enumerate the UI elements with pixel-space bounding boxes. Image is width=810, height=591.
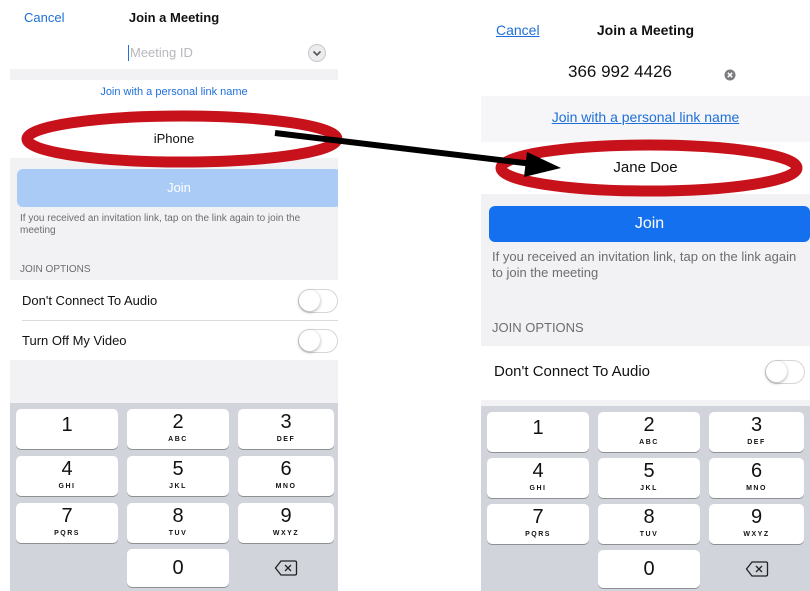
page-title: Join a Meeting — [128, 10, 220, 25]
key-1[interactable]: 1 — [487, 412, 589, 452]
option-label-video: Turn Off My Video — [22, 333, 127, 348]
name-row: iPhone — [10, 118, 338, 158]
join-button-label: Join — [634, 215, 665, 232]
toggle-audio[interactable] — [298, 289, 338, 313]
join-options-header: JOIN OPTIONS — [492, 320, 584, 335]
key-4[interactable]: 4 GHI — [487, 458, 589, 498]
meeting-id-row: Meeting ID — [10, 37, 338, 69]
name-input[interactable]: Jane Doe — [481, 159, 810, 176]
numeric-keypad: 1 2 ABC 3 DEF 4 GHI 5 JKL 6 MNO 7 PQRS 8 TUV 9W… — [10, 403, 338, 591]
invitation-note: If you received an invitation link, tap … — [20, 213, 301, 236]
join-button[interactable]: Join — [489, 206, 810, 242]
key-3[interactable]: 3 DEF — [238, 409, 334, 449]
join-options-header: JOIN OPTIONS — [20, 264, 91, 275]
toggle-knob — [766, 361, 787, 382]
key-0[interactable]: 0 — [598, 550, 700, 588]
join-button[interactable]: Join — [17, 169, 338, 207]
chevron-down-icon[interactable] — [308, 44, 326, 62]
backspace-icon[interactable] — [274, 559, 298, 577]
nav-bar: Cancel Join a Meeting — [481, 0, 810, 48]
meeting-id-input[interactable]: 366 992 4426 — [568, 62, 672, 82]
meeting-id-row: 366 992 4426 — [481, 48, 810, 96]
option-label-audio: Don't Connect To Audio — [494, 363, 651, 380]
key-2[interactable]: 2 ABC — [127, 409, 229, 449]
name-row: Jane Doe — [481, 142, 810, 194]
key-2[interactable]: 2 ABC — [598, 412, 700, 452]
divider — [22, 320, 338, 321]
key-0[interactable]: 0 — [127, 549, 229, 587]
key-4[interactable]: 4 GHI — [16, 456, 118, 496]
key-7[interactable]: 7 PQRS — [487, 504, 589, 544]
key-9[interactable]: 9 WXYZ — [238, 503, 334, 543]
key-5[interactable]: 5 JKL — [127, 456, 229, 496]
phone-screen-before: Cancel Join a Meeting Meeting ID Join wi… — [10, 0, 338, 591]
personal-link[interactable]: Join with a personal link name — [10, 86, 338, 98]
join-button-label: Join — [167, 180, 191, 195]
toggle-audio[interactable] — [765, 360, 805, 384]
key-1[interactable]: 1 — [16, 409, 118, 449]
nav-bar: Cancel Join a Meeting — [10, 0, 338, 37]
backspace-icon[interactable] — [745, 560, 769, 578]
name-input[interactable]: iPhone — [10, 131, 338, 146]
key-5[interactable]: 5 JKL — [598, 458, 700, 498]
personal-link[interactable]: Join with a personal link name — [481, 109, 810, 125]
numeric-keypad: 1 2 ABC 3 DEF 4 GHI 5 JKL 6 MNO 7 PQRS 8 TUV 9W… — [481, 406, 810, 591]
join-options-list: Don't Connect To Audio Turn Off My Video — [10, 280, 338, 360]
clear-text-icon[interactable] — [724, 68, 736, 81]
toggle-video[interactable] — [298, 329, 338, 353]
invitation-note: If you received an invitation link, tap … — [492, 249, 797, 280]
personal-link-row: Join with a personal link name — [10, 80, 338, 118]
key-3[interactable]: 3 DEF — [709, 412, 804, 452]
key-7[interactable]: 7 PQRS — [16, 503, 118, 543]
phone-screen-after: Cancel Join a Meeting 366 992 4426 Join … — [481, 0, 810, 591]
key-6[interactable]: 6 MNO — [238, 456, 334, 496]
page-title: Join a Meeting — [596, 22, 695, 38]
option-label-audio: Don't Connect To Audio — [22, 293, 158, 308]
personal-link-row: Join with a personal link name — [481, 96, 810, 142]
text-cursor — [128, 45, 129, 61]
toggle-knob — [299, 330, 320, 351]
join-options-list: Don't Connect To Audio — [481, 346, 810, 400]
key-8[interactable]: 8 TUV — [598, 504, 700, 544]
key-9[interactable]: 9 WXYZ — [709, 504, 804, 544]
meeting-id-input[interactable]: Meeting ID — [130, 45, 193, 60]
key-8[interactable]: 8 TUV — [127, 503, 229, 543]
toggle-knob — [299, 290, 320, 311]
key-6[interactable]: 6 MNO — [709, 458, 804, 498]
